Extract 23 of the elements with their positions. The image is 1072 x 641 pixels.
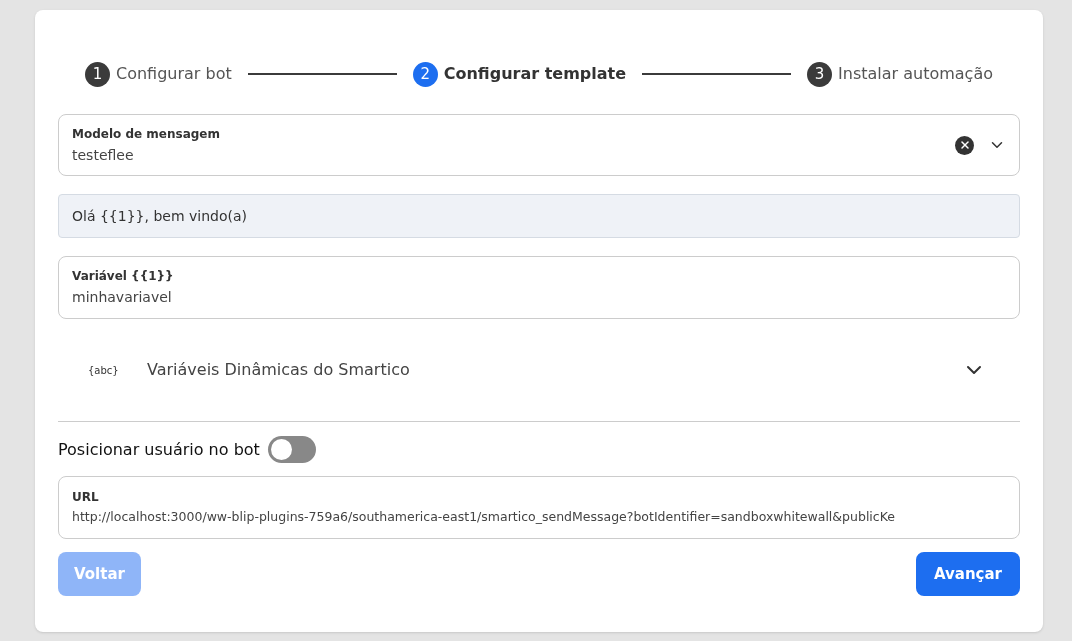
- toggle-switch[interactable]: [267, 436, 316, 463]
- template-select[interactable]: Modelo de mensagem testeflee: [58, 114, 1020, 176]
- field-label: Variável {{1}}: [72, 268, 175, 285]
- next-button[interactable]: Avançar: [915, 552, 1020, 596]
- url-field[interactable]: URL http://localhost:3000/ww-blip-plugins-759a6/southamerica-east1/smartico_sendMessage?botIdentifier=sandboxwhitewall&publicKe: [58, 476, 1020, 539]
- accordion-title: Variáveis Dinâmicas do Smartico: [147, 359, 411, 381]
- step-label: Configurar bot: [116, 63, 232, 85]
- field-label: URL: [72, 489, 100, 507]
- field-value: minhavariavel: [72, 288, 173, 307]
- field-value: testeflee: [72, 145, 135, 165]
- template-preview: Olá {{1}}, bem vindo(a): [58, 194, 1020, 238]
- clear-icon[interactable]: [955, 135, 974, 155]
- accordion-header[interactable]: {abc} Variáveis Dinâmicas do Smartico: [58, 319, 1020, 422]
- variable-field[interactable]: Variável {{1}} minhavariavel: [58, 256, 1020, 319]
- step-number: 2: [412, 61, 438, 87]
- step-label: Configurar template: [443, 63, 627, 85]
- variables-icon: {abc}: [88, 362, 147, 378]
- toggle-label: Posicionar usuário no bot: [58, 438, 260, 461]
- step-number: 3: [807, 61, 832, 87]
- step-label: Instalar automação: [838, 63, 993, 85]
- field-label: Modelo de mensagem: [72, 125, 221, 143]
- field-value: http://localhost:3000/ww-blip-plugins-759a6/southamerica-east1/smartico_sendMessage?botIdentifier=sandboxwhitewall&publicKe: [72, 508, 896, 527]
- step-number: 1: [85, 61, 110, 87]
